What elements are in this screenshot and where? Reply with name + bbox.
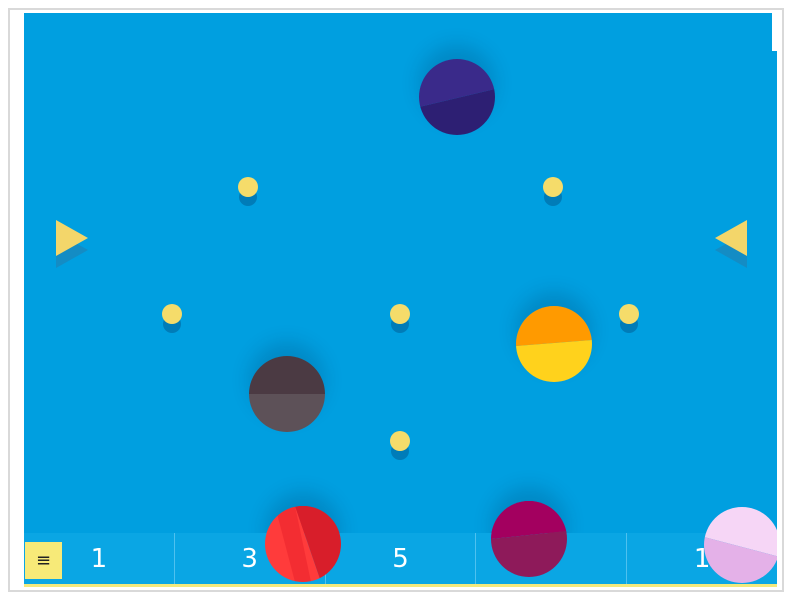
- ball-magenta-front[interactable]: [491, 501, 567, 577]
- peg: [238, 177, 258, 197]
- menu-button[interactable]: ≡: [25, 542, 62, 579]
- ball-red-front[interactable]: [265, 506, 341, 582]
- left-bumper-icon: [56, 220, 88, 268]
- right-bumper-icon: [715, 220, 747, 268]
- slot-3: 5: [326, 533, 477, 584]
- ball-orange[interactable]: [516, 306, 592, 382]
- scoring-slots: 1 3 5 3 1: [24, 533, 777, 584]
- peg: [619, 304, 639, 324]
- peg: [390, 431, 410, 451]
- peg: [390, 304, 410, 324]
- frame-notch: [772, 13, 778, 51]
- peg: [162, 304, 182, 324]
- peg: [543, 177, 563, 197]
- ball-pink[interactable]: [704, 507, 777, 583]
- slot-score: 5: [392, 543, 409, 574]
- slot-score: 3: [241, 543, 258, 574]
- ball-indigo[interactable]: [419, 59, 495, 135]
- game-board[interactable]: 1 3 5 3 1 ≡: [24, 13, 777, 587]
- slot-score: 1: [90, 543, 108, 574]
- ball-dark-gray[interactable]: [249, 356, 325, 432]
- menu-icon: ≡: [35, 550, 52, 571]
- floor-line: [24, 584, 777, 587]
